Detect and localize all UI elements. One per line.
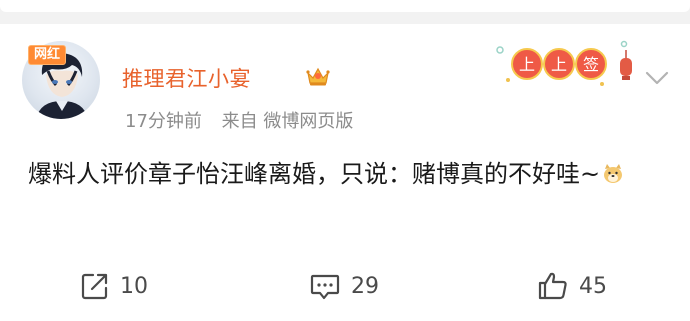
repost-icon [81, 273, 108, 300]
repost-count: 10 [120, 273, 148, 299]
festival-char-3: 签 [583, 55, 599, 74]
previous-card [0, 0, 690, 12]
like-button[interactable]: 45 [537, 266, 607, 306]
post-text: 爆料人评价章子怡汪峰离婚，只说：赌博真的不好哇~ [28, 156, 668, 192]
festival-decoration-icon: 上 上 签 [496, 40, 632, 86]
post-source: 来自 微博网页版 [221, 111, 354, 132]
crown-vip-icon[interactable] [305, 65, 331, 87]
avatar[interactable]: 网红 [22, 41, 100, 119]
chevron-down-icon[interactable] [644, 68, 670, 88]
festival-char-2: 上 [551, 55, 567, 74]
thumbs-up-icon [538, 272, 567, 300]
comment-button[interactable]: 29 [309, 266, 379, 306]
wanghong-badge: 网红 [28, 45, 67, 65]
like-count: 45 [579, 273, 607, 299]
post-meta: 17分钟前 来自 微博网页版 [125, 107, 353, 133]
weibo-post-card: 网红 推理君江小宴 17分钟前 来自 微博网页版 上 上 签 爆料人评价章子怡汪… [0, 24, 690, 321]
post-time: 17分钟前 [125, 111, 202, 132]
repost-button[interactable]: 10 [80, 266, 148, 306]
comment-icon [310, 274, 340, 300]
doge-emoji-icon [604, 164, 623, 183]
post-text-content: 爆料人评价章子怡汪峰离婚，只说：赌博真的不好哇~ [28, 160, 601, 188]
action-bar: 10 29 45 [0, 266, 690, 306]
username[interactable]: 推理君江小宴 [122, 63, 251, 93]
comment-count: 29 [351, 273, 379, 299]
festival-char-1: 上 [519, 55, 535, 74]
